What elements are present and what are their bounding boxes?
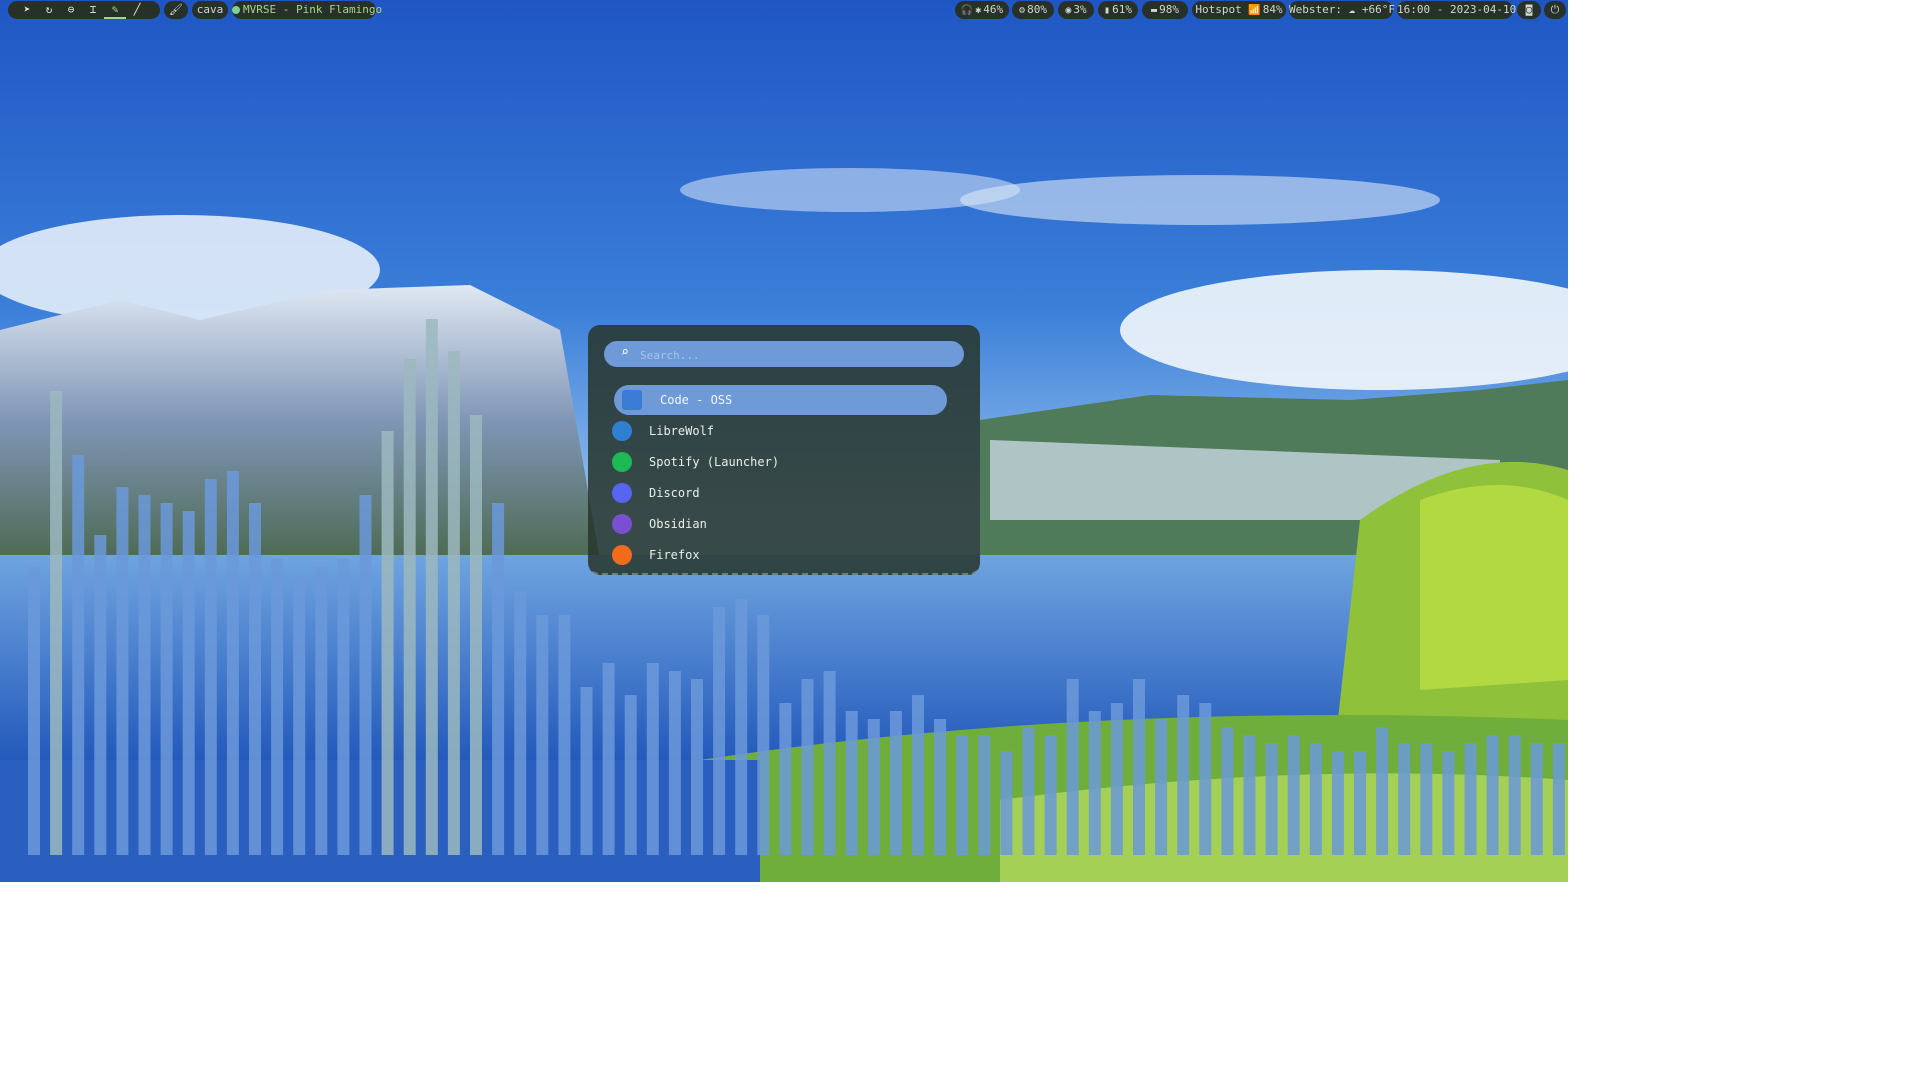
pencil-icon[interactable]: ╱ — [126, 1, 148, 19]
draw-icon[interactable]: ✎ — [104, 3, 126, 19]
battery-level: 98% — [1159, 3, 1179, 16]
disk-icon: ▮ — [1104, 5, 1111, 16]
spotify-status-icon — [232, 6, 240, 14]
launcher-item[interactable]: Discord — [606, 480, 966, 506]
search-bar[interactable]: ⌕ — [604, 341, 964, 367]
now-playing: MVRSE - Pink Flamingo — [243, 3, 383, 16]
obsidian-icon — [612, 514, 632, 534]
music-widget[interactable]: MVRSE - Pink Flamingo — [232, 1, 382, 19]
launcher-item[interactable]: Code - OSS — [614, 385, 947, 415]
launcher-item-label: Obsidian — [649, 517, 707, 531]
weather-widget[interactable]: Webster: ☁ +66°F — [1289, 1, 1395, 19]
code-oss-icon — [622, 390, 642, 410]
spotify-icon — [612, 452, 632, 472]
network-name: Hotspot — [1195, 3, 1242, 16]
top-bar: ➤ ↻ ⊖ ⌶ ✎ ╱ 🖌 cava MVRSE - Pink Flamingo 🎧 ✱ 46… — [0, 0, 1568, 20]
network-widget[interactable]: Hotspot 📶 84% — [1192, 1, 1286, 19]
launcher-item-label: Spotify (Launcher) — [649, 455, 780, 469]
headphones-icon: 🎧 — [960, 5, 974, 16]
refresh-icon[interactable]: ↻ — [38, 1, 60, 19]
memory-level: 3% — [1073, 3, 1087, 16]
search-input[interactable] — [638, 344, 942, 366]
power-icon: ⏻ — [1550, 3, 1560, 16]
tool-group: ➤ ↻ ⊖ ⌶ ✎ ╱ — [8, 1, 160, 19]
launcher-item[interactable]: Spotify (Launcher) — [606, 449, 966, 475]
battery-icon: ▬ — [1151, 5, 1158, 16]
search-icon: ⌕ — [621, 345, 629, 360]
launcher-item[interactable]: Obsidian — [606, 511, 966, 537]
bluetooth-icon: ✱ — [975, 5, 982, 16]
memory-icon: ◉ — [1065, 5, 1072, 16]
cava-button[interactable]: cava — [192, 1, 228, 19]
cpu-icon: ⚙ — [1019, 5, 1026, 16]
circle-icon[interactable]: ⊖ — [60, 1, 82, 19]
launcher-item-label: Discord — [649, 486, 700, 500]
wifi-icon: 📶 — [1248, 5, 1261, 16]
audio-widget[interactable]: 🎧 ✱ 46% — [955, 1, 1009, 19]
pin-icon[interactable]: ⌶ — [82, 1, 104, 19]
send-icon[interactable]: ➤ — [16, 1, 38, 19]
brush-icon: 🖌 — [169, 3, 183, 16]
cpu-widget[interactable]: ⚙ 80% — [1012, 1, 1054, 19]
wifi-level: 84% — [1262, 3, 1283, 16]
firefox-icon — [612, 545, 632, 565]
power-button[interactable]: ⏻ — [1544, 1, 1566, 19]
brush-button[interactable]: 🖌 — [164, 1, 188, 19]
battery-widget[interactable]: ▬ 98% — [1142, 1, 1188, 19]
discord-icon — [612, 483, 632, 503]
memory-widget[interactable]: ◉ 3% — [1058, 1, 1094, 19]
clock-widget[interactable]: 16:00 - 2023-04-10 — [1397, 1, 1516, 19]
librewolf-icon — [612, 421, 632, 441]
disk-level: 61% — [1112, 3, 1132, 16]
launcher-item-label: Firefox — [649, 548, 700, 562]
disk-widget[interactable]: ▮ 61% — [1098, 1, 1138, 19]
launcher-item[interactable]: LibreWolf — [606, 418, 966, 444]
launcher-item-label: LibreWolf — [649, 424, 715, 438]
cpu-level: 80% — [1027, 3, 1047, 16]
discord-icon: ◙ — [1525, 3, 1533, 16]
launcher-item-label: Code - OSS — [660, 393, 733, 407]
discord-tray-button[interactable]: ◙ — [1517, 1, 1541, 19]
app-launcher: ⌕ Code - OSS LibreWolf Spotify (Launcher) D… — [588, 325, 980, 575]
audio-level: 46% — [983, 3, 1004, 16]
launcher-item[interactable]: Firefox — [606, 542, 966, 568]
